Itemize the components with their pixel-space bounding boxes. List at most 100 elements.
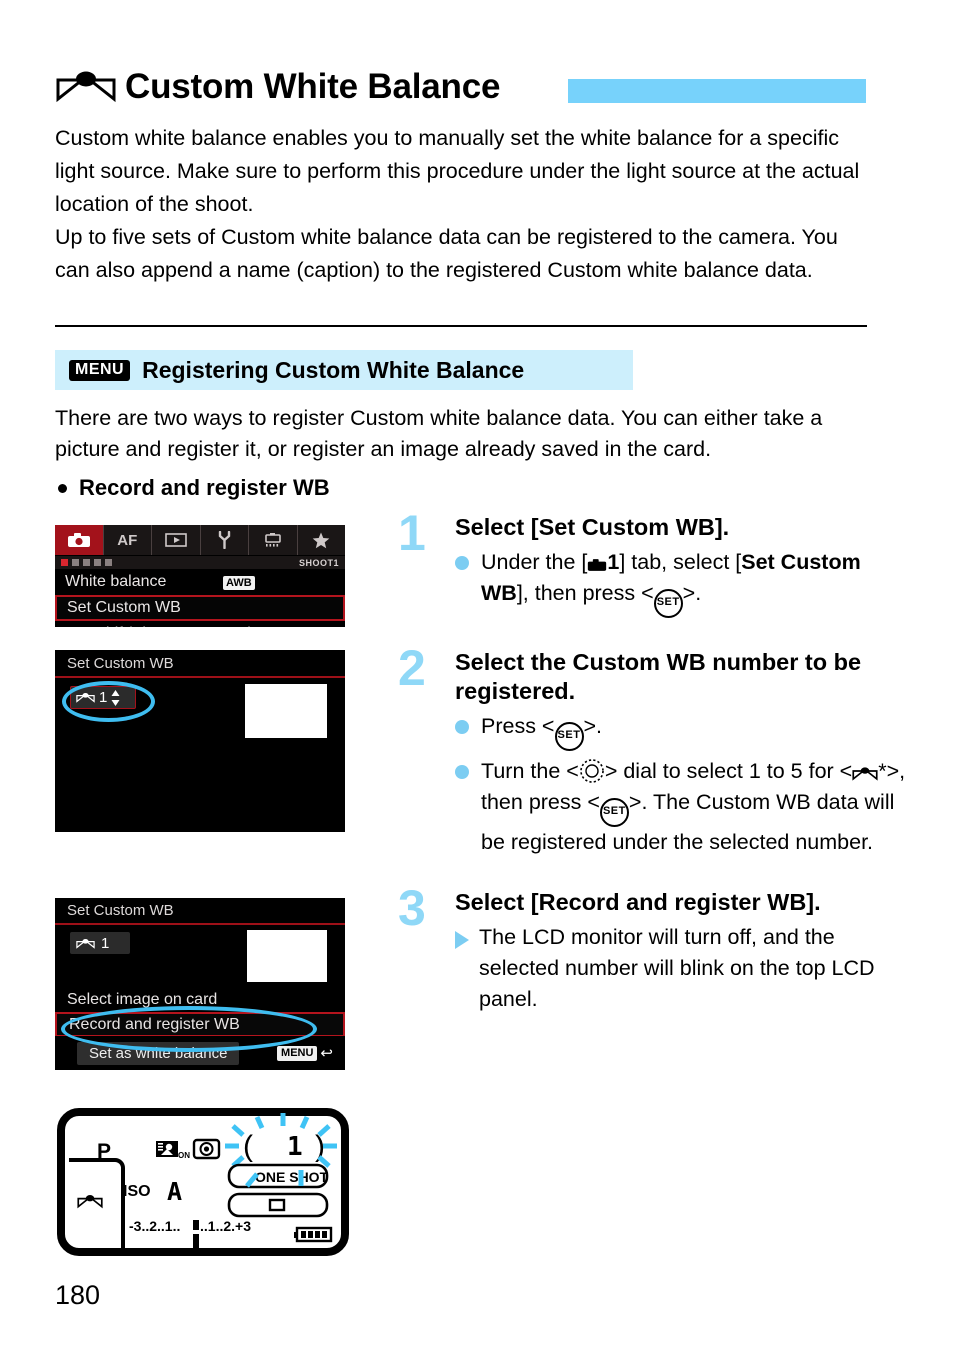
sidebar-item-shooting-tab[interactable]	[55, 525, 104, 555]
step-bullet-item: Under the [1] tab, select [Set Custom WB…	[455, 547, 898, 618]
page-dot-1	[61, 559, 68, 566]
lcd-iso-label: ISO	[123, 1183, 151, 1200]
menu-badge: MENU	[69, 359, 131, 381]
page-title: Custom White Balance	[125, 66, 501, 106]
step-bullet-text: Under the [1] tab, select [Set Custom WB…	[481, 547, 898, 618]
lcd-blinking-number: 1	[287, 1132, 303, 1162]
subsection-heading-row: Record and register WB	[58, 475, 330, 501]
custom-func-icon	[264, 533, 281, 547]
page-dots	[61, 559, 112, 566]
sidebar-item-my-menu-tab[interactable]	[298, 525, 346, 555]
camera-screenshot-3-record-register: Set Custom WB 1 Select image on card Rec…	[55, 898, 345, 1070]
custom-white-balance-icon	[852, 767, 878, 781]
camera-icon	[67, 533, 90, 547]
battery-full-icon	[294, 1226, 333, 1243]
step-bullet-text: Press < SET >.	[481, 711, 908, 751]
camera-screenshot-2-set-custom-wb: Set Custom WB 1	[55, 650, 345, 832]
section-header: MENU Registering Custom White Balance	[55, 350, 633, 390]
custom-wb-number: 1	[101, 934, 110, 952]
menu-row-label: WB Shift/Bkt.	[65, 625, 159, 627]
subsection-heading: Record and register WB	[79, 475, 330, 500]
return-arrow-icon: ↩	[320, 1044, 333, 1062]
sidebar-item-playback-tab[interactable]	[152, 525, 201, 555]
sidebar-item-custom-functions-tab[interactable]	[249, 525, 298, 555]
menu-page-label: SHOOT1	[298, 557, 339, 568]
set-button-icon: SET	[653, 589, 683, 618]
step-bullet-text: Turn the < > dial to select 1 to 5 for < *…	[481, 759, 906, 854]
intro-paragraph-1: Custom white balance enables you to manu…	[55, 126, 860, 216]
step-number: 1	[398, 505, 426, 561]
step-number: 2	[398, 640, 426, 696]
lcd-iso-value: A	[167, 1177, 182, 1206]
bullet-triangle-icon	[455, 931, 469, 949]
screen2-title: Set Custom WB	[55, 650, 345, 678]
play-icon	[164, 533, 187, 547]
custom-white-balance-icon	[77, 1195, 103, 1209]
step-3: 3 Select [Record and register WB]. The L…	[398, 880, 898, 1015]
intro-text: Custom white balance enables you to manu…	[55, 122, 873, 287]
step-bullet-item: The LCD monitor will turn off, and the s…	[455, 922, 898, 1015]
menu-return-indicator[interactable]: MENU ↩	[277, 1044, 333, 1062]
title-accent-bar	[568, 79, 866, 103]
intro-paragraph-2: Up to five sets of Custom white balance …	[55, 225, 838, 282]
cyan-highlight-ellipse	[61, 1006, 317, 1052]
step-heading: Select the Custom WB number to be regist…	[455, 649, 862, 704]
menu-row-wb-shift-bkt[interactable]: WB Shift/Bkt. 0,0/±0	[55, 621, 345, 627]
af-label: AF	[117, 531, 138, 549]
screen3-title: Set Custom WB	[55, 898, 345, 925]
bullet-dot-icon	[58, 483, 67, 493]
step-heading: Select [Record and register WB].	[455, 889, 821, 915]
set-button-icon: SET	[599, 798, 629, 827]
quick-control-dial-icon	[580, 759, 604, 783]
menu-tab-bar: AF	[55, 525, 345, 556]
custom-white-balance-icon	[76, 938, 95, 949]
step-2: 2 Select the Custom WB number to be regi…	[398, 640, 908, 858]
menu-row-value: 0,0/±0	[223, 625, 267, 627]
step-number: 3	[398, 880, 426, 936]
cyan-highlight-ellipse	[62, 681, 155, 722]
menu-badge: MENU	[277, 1045, 318, 1061]
page-number: 180	[55, 1280, 101, 1310]
top-lcd-panel-illustration: P ON ISO A ( 1 ) ONE SHOT -3..2..1.. ..1…	[57, 1108, 349, 1256]
step-1: 1 Select [Set Custom WB]. Under the [1] …	[398, 505, 898, 618]
awb-badge: AWB	[223, 576, 255, 590]
lcd-mode-label: P	[97, 1140, 111, 1163]
menu-row-white-balance[interactable]: White balance AWB	[55, 569, 345, 595]
svg-text:..1..2.+3: ..1..2.+3	[200, 1218, 251, 1234]
section-body-text: There are two ways to register Custom wh…	[55, 403, 873, 465]
svg-text:ON: ON	[178, 1151, 190, 1160]
page-dot-2	[72, 559, 79, 566]
section-paragraph: There are two ways to register Custom wh…	[55, 406, 823, 461]
step-bullet-text: The LCD monitor will turn off, and the s…	[479, 925, 875, 1011]
camera-menu-screenshot-1: AF SHOOT1 White balance AWB Set Custom W…	[55, 525, 345, 627]
single-shooting-icon	[268, 1198, 286, 1212]
lcd-exposure-scale: -3..2..1..	[129, 1218, 180, 1234]
section-heading: Registering Custom White Balance	[142, 356, 525, 383]
star-icon	[312, 532, 330, 548]
wb-preview-thumbnail	[245, 684, 327, 738]
bullet-dot-icon	[455, 720, 469, 734]
set-button-icon: SET	[554, 722, 584, 751]
page-dot-3	[83, 559, 90, 566]
camera-icon	[588, 559, 607, 571]
manual-page: Custom White Balance Custom white balanc…	[0, 0, 954, 1345]
bullet-dot-icon	[455, 765, 469, 779]
sidebar-item-af-tab[interactable]: AF	[104, 525, 152, 555]
step-bullet-item: Turn the < > dial to select 1 to 5 for < *…	[455, 756, 908, 858]
evaluative-metering-icon	[192, 1138, 221, 1160]
menu-row-label: Set Custom WB	[67, 599, 181, 616]
horizontal-divider	[55, 325, 867, 327]
lcd-af-mode: ONE SHOT	[255, 1169, 329, 1185]
picture-style-icon: ON	[156, 1141, 190, 1160]
step-heading: Select [Set Custom WB].	[455, 514, 730, 540]
wrench-icon	[218, 531, 230, 549]
sidebar-item-setup-tab[interactable]	[201, 525, 249, 555]
page-dot-4	[94, 559, 101, 566]
menu-row-label: White balance	[65, 573, 167, 590]
menu-row-set-custom-wb[interactable]: Set Custom WB	[55, 595, 345, 621]
custom-wb-number-display: 1	[70, 932, 130, 954]
page-dot-5	[105, 559, 112, 566]
step-bullet-item: Press < SET >.	[455, 711, 908, 751]
bullet-dot-icon	[455, 556, 469, 570]
menu-page-indicator-row: SHOOT1	[55, 556, 345, 569]
